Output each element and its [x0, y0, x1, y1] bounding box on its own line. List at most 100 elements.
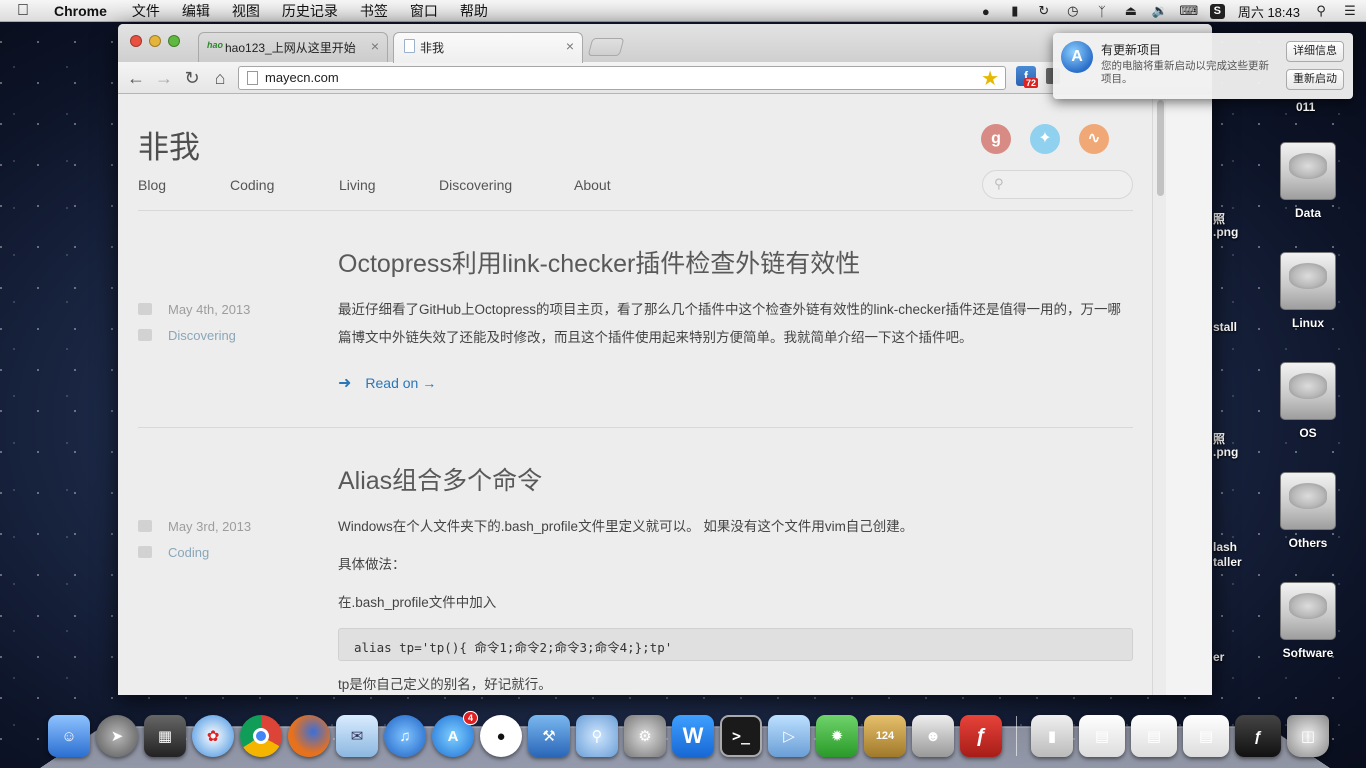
stack-icon[interactable]: ▤	[1079, 715, 1125, 757]
zoom-window-button[interactable]	[168, 35, 180, 47]
eject-icon[interactable]: ⏏	[1123, 3, 1139, 18]
flash-icon[interactable]: ƒ	[960, 715, 1002, 757]
search-icon: ⚲	[994, 176, 1004, 191]
app-store-dock-icon[interactable]: A4	[432, 711, 478, 757]
iphoto-icon[interactable]: ☻	[912, 715, 954, 757]
site-search-input[interactable]: ⚲	[982, 170, 1133, 199]
desktop-drive-others[interactable]: Others	[1263, 472, 1353, 550]
desktop-drive-linux[interactable]: Linux	[1263, 252, 1353, 330]
nav-blog[interactable]: Blog	[138, 177, 230, 193]
close-tab-icon[interactable]: ×	[371, 38, 379, 54]
menu-edit[interactable]: 编辑	[171, 1, 221, 21]
forward-button[interactable]: →	[152, 66, 176, 90]
menu-help[interactable]: 帮助	[449, 1, 499, 21]
drive-label: OS	[1299, 426, 1317, 440]
menu-bookmarks[interactable]: 书签	[349, 1, 399, 21]
system-preferences-icon[interactable]: ⚙	[624, 715, 666, 757]
notification-center-icon[interactable]: ☰	[1342, 3, 1358, 18]
time-machine-icon[interactable]: ◷	[1065, 3, 1081, 18]
firefox-icon[interactable]	[288, 715, 330, 757]
sync-icon[interactable]: ↻	[1036, 3, 1052, 18]
menu-file[interactable]: 文件	[121, 1, 171, 21]
chrome-icon[interactable]	[240, 715, 282, 757]
qq-icon[interactable]: ●	[480, 715, 522, 757]
nav-living[interactable]: Living	[339, 177, 439, 193]
tab-feiwo[interactable]: 非我 ×	[393, 32, 583, 63]
close-tab-icon[interactable]: ×	[566, 38, 574, 54]
site-title[interactable]: 非我	[138, 122, 200, 167]
reload-button[interactable]: ↻	[180, 66, 204, 90]
read-on-link[interactable]: ➜ Read on →	[338, 373, 436, 393]
mail-icon[interactable]: ✉	[336, 715, 378, 757]
details-button[interactable]: 详细信息	[1286, 41, 1344, 62]
google-plus-icon[interactable]: g	[981, 124, 1011, 154]
preview-icon[interactable]: ⚲	[576, 715, 618, 757]
home-button[interactable]: ⌂	[208, 66, 232, 90]
desktop-partial-label: .png	[1213, 225, 1239, 239]
nav-coding[interactable]: Coding	[230, 177, 339, 193]
new-tab-button[interactable]	[587, 38, 625, 56]
finder-icon[interactable]: ☺	[48, 715, 90, 757]
window-edge	[1166, 94, 1212, 695]
hao123-favicon-icon: hao	[207, 40, 224, 50]
hard-drive-icon	[1280, 362, 1336, 420]
minimize-window-button[interactable]	[149, 35, 161, 47]
desktop-drive-os[interactable]: OS	[1263, 362, 1353, 440]
desktop-partial-label: er	[1213, 650, 1225, 664]
stack-icon-3[interactable]: ▤	[1183, 715, 1229, 757]
back-button[interactable]: ←	[124, 66, 148, 90]
mission-control-icon[interactable]: ▦	[144, 715, 186, 757]
bookmark-star-icon[interactable]: ★	[981, 66, 999, 91]
word-icon[interactable]: W	[672, 715, 714, 757]
address-bar[interactable]: mayecn.com ★	[238, 66, 1006, 90]
launchpad-icon[interactable]: ➤	[96, 715, 138, 757]
arrow-right-icon: ➜	[338, 375, 352, 392]
trash-icon[interactable]: ◫	[1287, 715, 1329, 757]
applications-folder-icon[interactable]: ▮	[1031, 715, 1073, 757]
post-title[interactable]: Alias组合多个命令	[338, 461, 542, 497]
close-window-button[interactable]	[130, 35, 142, 47]
scrollbar-thumb[interactable]	[1157, 100, 1164, 196]
rss-icon[interactable]: ∿	[1079, 124, 1109, 154]
stack-icon-4[interactable]: ƒ	[1235, 715, 1281, 757]
spotlight-icon[interactable]: ⚲	[1313, 3, 1329, 18]
scrollbar[interactable]	[1152, 94, 1166, 695]
clock[interactable]: 周六 18:43	[1238, 2, 1300, 21]
evernote-icon[interactable]: ✹	[816, 715, 858, 757]
terminal-icon[interactable]: >_	[720, 715, 762, 757]
battery-icon[interactable]: ▮	[1007, 3, 1023, 18]
post-paragraph: tp是你自己定义的别名，好记就行。	[338, 677, 552, 692]
stack-icon-2[interactable]: ▤	[1131, 715, 1177, 757]
hat-icon[interactable]: ●	[978, 4, 994, 19]
category-link[interactable]: Discovering	[168, 328, 236, 343]
tag-icon	[138, 546, 152, 558]
post-paragraph: Windows在个人文件夹下的.bash_profile文件里定义就可以。 如果…	[338, 519, 914, 534]
desktop-drive-software[interactable]: Software	[1263, 582, 1353, 660]
calendar-icon	[138, 520, 152, 532]
calendar-app-icon[interactable]: 124	[864, 715, 906, 757]
menu-view[interactable]: 视图	[221, 1, 271, 21]
nav-about[interactable]: About	[574, 177, 611, 193]
twitter-icon[interactable]: ✦	[1030, 124, 1060, 154]
bluetooth-icon[interactable]: ᛉ	[1094, 4, 1110, 19]
volume-icon[interactable]: 🔉	[1152, 3, 1168, 18]
safari-icon[interactable]: ✿	[192, 715, 234, 757]
nav-discovering[interactable]: Discovering	[439, 177, 574, 193]
restart-button[interactable]: 重新启动	[1286, 69, 1344, 90]
apple-menu-icon[interactable]: 	[0, 2, 46, 20]
itunes-icon[interactable]: ♫	[384, 715, 426, 757]
hard-drive-icon	[1280, 582, 1336, 640]
app-store-icon: A	[1061, 41, 1093, 73]
remote-desktop-icon[interactable]: ▷	[768, 715, 810, 757]
menu-window[interactable]: 窗口	[399, 1, 449, 21]
post-title[interactable]: Octopress利用link-checker插件检查外链有效性	[338, 244, 860, 280]
xcode-icon[interactable]: ⚒	[528, 715, 570, 757]
menu-history[interactable]: 历史记录	[271, 1, 349, 21]
category-link[interactable]: Coding	[168, 545, 209, 560]
desktop-drive-data[interactable]: Data	[1263, 142, 1353, 220]
input-source-icon[interactable]: ⌨	[1179, 3, 1198, 18]
tab-hao123[interactable]: hao hao123_上网从这里开始 ×	[198, 32, 388, 62]
post-date-text: May 3rd, 2013	[168, 519, 252, 534]
sogou-input-icon[interactable]: S	[1209, 3, 1225, 19]
menu-app-name[interactable]: Chrome	[46, 3, 121, 19]
